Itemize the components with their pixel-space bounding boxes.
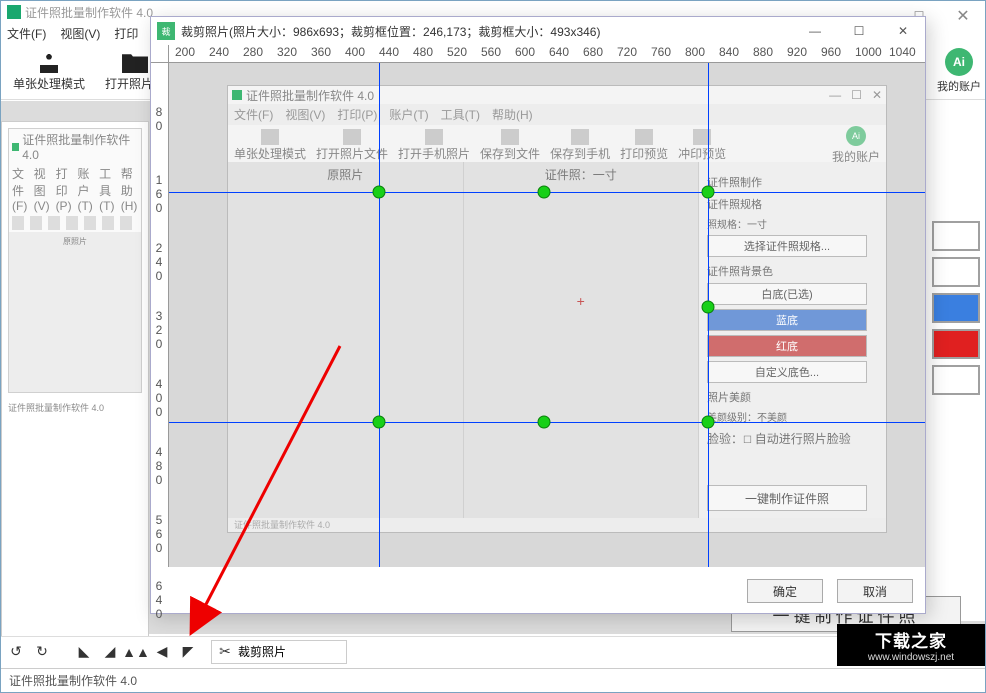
single-mode-icon xyxy=(36,51,62,73)
menu-print[interactable]: 打印 xyxy=(114,25,138,42)
account-button[interactable]: Ai 我的账户 xyxy=(937,48,981,94)
single-mode-label: 单张处理模式 xyxy=(13,75,85,92)
embedded-mid-head: 证件照：一寸 xyxy=(464,166,699,183)
flip-horizontal-icon[interactable]: ▲▲ xyxy=(127,643,145,661)
crop-dialog: 裁 裁剪照片(照片大小：986x693；裁剪框位置：246,173；裁剪框大小：… xyxy=(150,16,926,614)
rotate-ccw-icon[interactable]: ↺ xyxy=(7,643,25,661)
ruler-horizontal: 200 240 280 320 360 400 440 480 520 560 … xyxy=(169,45,925,63)
embedded-white-button: 白底(已选) xyxy=(707,283,867,305)
bg-white-swatch-2[interactable] xyxy=(932,257,980,287)
rotate-cw-icon[interactable]: ↻ xyxy=(33,643,51,661)
menu-file[interactable]: 文件(F) xyxy=(7,25,46,42)
crop-photo-button[interactable]: ✂ 裁剪照片 xyxy=(211,640,347,664)
thumb-body-label: 原照片 xyxy=(9,232,141,392)
ruler-vertical: 80 160 240 320 400 480 560 640 xyxy=(151,63,169,567)
watermark: 下载之家 www.windowszj.net xyxy=(837,624,985,666)
crop-icon: ✂ xyxy=(216,643,234,661)
embedded-blue-button: 蓝底 xyxy=(707,309,867,331)
watermark-big: 下载之家 xyxy=(875,627,947,652)
crop-dialog-titlebar[interactable]: 裁 裁剪照片(照片大小：986x693；裁剪框位置：246,173；裁剪框大小：… xyxy=(151,17,925,45)
thumbnail-panel: 证件照批量制作软件 4.0 文件(F)视图(V)打印(P) 账户(T)工具(T)… xyxy=(1,121,149,641)
thumb-caption: 证件照批量制作软件 4.0 xyxy=(2,399,148,416)
embedded-red-button: 红底 xyxy=(707,335,867,357)
embedded-spec-button: 选择证件照规格... xyxy=(707,235,867,257)
ok-button[interactable]: 确定 xyxy=(747,579,823,603)
crop-max-button[interactable]: ☐ xyxy=(837,17,881,45)
crop-workspace: 200 240 280 320 360 400 440 480 520 560 … xyxy=(151,45,925,567)
embedded-app-image: 证件照批量制作软件 4.0 —☐✕ 文件(F)视图(V) 打印(P)账户(T) … xyxy=(227,85,887,533)
app-icon xyxy=(7,5,21,19)
main-title: 证件照批量制作软件 4.0 xyxy=(25,4,153,21)
crop-dialog-buttons: 确定 取消 xyxy=(747,579,913,603)
menu-view[interactable]: 视图(V) xyxy=(60,25,100,42)
embedded-title: 证件照批量制作软件 4.0 xyxy=(246,87,374,104)
crop-canvas[interactable]: 证件照批量制作软件 4.0 —☐✕ 文件(F)视图(V) 打印(P)账户(T) … xyxy=(169,63,925,567)
bg-red-swatch[interactable] xyxy=(932,329,980,359)
embedded-one-click-button: 一键制作证件照 xyxy=(707,485,867,511)
embedded-left-head: 原照片 xyxy=(228,166,463,183)
bg-white-swatch[interactable] xyxy=(932,221,980,251)
ai-icon: Ai xyxy=(945,48,973,76)
crop-photo-label: 裁剪照片 xyxy=(238,643,286,660)
rotate-left-90-icon[interactable]: ◣ xyxy=(75,643,93,661)
close-button[interactable]: ✕ xyxy=(941,1,985,31)
crop-close-button[interactable]: ✕ xyxy=(881,17,925,45)
right-panel xyxy=(925,101,985,621)
embedded-custom-button: 自定义底色... xyxy=(707,361,867,383)
embedded-app-icon xyxy=(232,90,242,100)
cancel-button[interactable]: 取消 xyxy=(837,579,913,603)
skew-icon[interactable]: ◤ xyxy=(179,643,197,661)
crosshair-icon: + xyxy=(464,293,699,309)
flip-left-icon[interactable]: ◀ xyxy=(153,643,171,661)
thumbnail-item[interactable]: 证件照批量制作软件 4.0 文件(F)视图(V)打印(P) 账户(T)工具(T)… xyxy=(8,128,142,393)
folder-icon xyxy=(122,51,148,73)
embedded-status: 证件照批量制作软件 4.0 xyxy=(228,518,336,532)
bg-blue-swatch[interactable] xyxy=(932,293,980,323)
ruler-corner xyxy=(151,45,169,63)
crop-min-button[interactable]: — xyxy=(793,17,837,45)
single-mode-button[interactable]: 单张处理模式 xyxy=(5,49,93,94)
watermark-small: www.windowszj.net xyxy=(868,652,954,663)
thumb-title: 证件照批量制作软件 4.0 xyxy=(22,131,138,162)
account-label: 我的账户 xyxy=(937,78,981,94)
main-statusbar: 证件照批量制作软件 4.0 xyxy=(1,668,985,692)
bg-custom-swatch[interactable] xyxy=(932,365,980,395)
rotate-right-90-icon[interactable]: ◢ xyxy=(101,643,119,661)
crop-dialog-title: 裁剪照片(照片大小：986x693；裁剪框位置：246,173；裁剪框大小：49… xyxy=(181,23,600,40)
crop-dialog-icon: 裁 xyxy=(157,22,175,40)
